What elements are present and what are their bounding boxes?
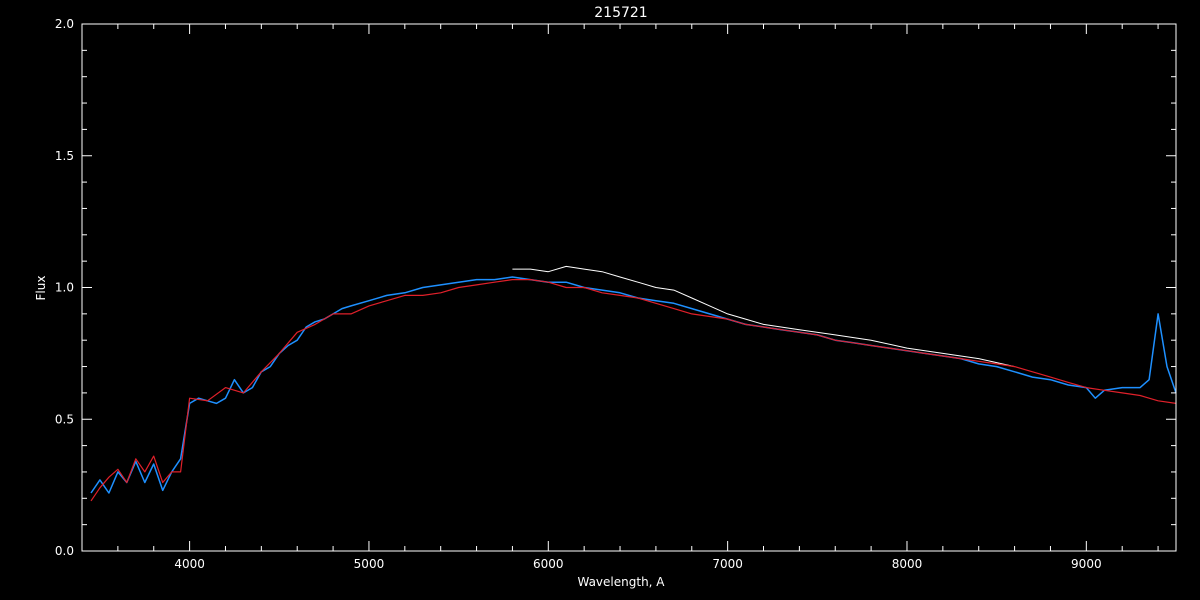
y-tick-label: 1.5: [55, 149, 74, 163]
x-tick-label: 4000: [174, 557, 205, 571]
y-axis-title: Flux: [34, 276, 48, 301]
y-tick-label: 0.0: [55, 544, 74, 558]
x-tick-label: 6000: [533, 557, 564, 571]
chart-title: 215721: [594, 5, 647, 21]
x-axis-title: Wavelength, A: [577, 575, 665, 589]
x-tick-label: 7000: [712, 557, 743, 571]
y-tick-label: 0.5: [55, 412, 74, 426]
x-tick-label: 9000: [1071, 557, 1102, 571]
y-tick-label: 2.0: [55, 17, 74, 31]
x-tick-label: 5000: [354, 557, 385, 571]
y-tick-label: 1.0: [55, 281, 74, 295]
chart-background: [0, 0, 1200, 600]
x-tick-label: 8000: [892, 557, 923, 571]
spectrum-chart: 215721 Wavelength, A Flux 4000 5000 6000 70…: [0, 0, 1200, 600]
